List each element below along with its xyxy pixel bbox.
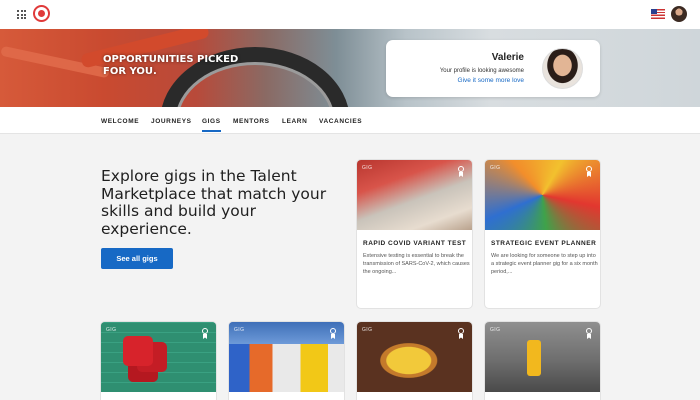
gig-card[interactable]: GIG STRATEGIC EVENT PLANNER We are looki… <box>484 159 601 309</box>
brand-logo[interactable] <box>33 5 50 22</box>
page-title: Explore gigs in the Talent Marketplace t… <box>101 167 327 238</box>
gig-card-image <box>485 160 600 230</box>
bookmark-icon[interactable] <box>201 328 209 339</box>
tab-mentors[interactable]: MENTORS <box>233 118 270 125</box>
gig-card[interactable]: GIG <box>356 321 473 400</box>
apps-grid-icon[interactable] <box>17 10 26 19</box>
bookmark-icon[interactable] <box>457 166 465 177</box>
gig-card-title: STRATEGIC EVENT PLANNER <box>491 240 597 247</box>
hero-headline: OPPORTUNITIES PICKED FOR YOU. <box>103 54 239 77</box>
gig-card-image <box>101 322 216 392</box>
gig-tag: GIG <box>490 327 501 333</box>
gig-tag: GIG <box>362 165 373 171</box>
bookmark-icon[interactable] <box>457 328 465 339</box>
gig-card[interactable]: GIG <box>100 321 217 400</box>
tab-learn[interactable]: LEARN <box>282 118 307 125</box>
gig-tag: GIG <box>106 327 117 333</box>
gig-card-description: We are looking for someone to step up in… <box>491 253 598 275</box>
see-all-gigs-button[interactable]: See all gigs <box>101 248 173 269</box>
gig-card-image <box>229 322 344 392</box>
gig-card-image <box>485 322 600 392</box>
user-avatar[interactable] <box>671 6 687 22</box>
tab-journeys[interactable]: JOURNEYS <box>151 118 192 125</box>
gig-tag: GIG <box>234 327 245 333</box>
profile-improve-link[interactable]: Give it some more love <box>458 77 524 84</box>
tab-vacancies[interactable]: VACANCIES <box>319 118 362 125</box>
tab-gigs[interactable]: GIGS <box>202 118 221 132</box>
gig-card-title: RAPID COVID VARIANT TEST <box>363 240 467 247</box>
profile-name: Valerie <box>491 52 524 63</box>
gig-card-image <box>357 322 472 392</box>
profile-card: Valerie Your profile is looking awesome … <box>386 40 600 97</box>
gig-card[interactable]: GIG RAPID COVID VARIANT TEST Extensive t… <box>356 159 473 309</box>
top-bar <box>0 0 700 29</box>
profile-status-text: Your profile is looking awesome <box>439 68 524 74</box>
gig-card-description: Extensive testing is essential to break … <box>363 253 470 275</box>
section-nav: WELCOME JOURNEYS GIGS MENTORS LEARN VACA… <box>0 107 700 134</box>
gig-card[interactable]: GIG <box>228 321 345 400</box>
bookmark-icon[interactable] <box>585 328 593 339</box>
gig-card-image <box>357 160 472 230</box>
bookmark-icon[interactable] <box>585 166 593 177</box>
bookmark-icon[interactable] <box>329 328 337 339</box>
tab-welcome[interactable]: WELCOME <box>101 118 139 125</box>
gig-tag: GIG <box>362 327 373 333</box>
gig-tag: GIG <box>490 165 501 171</box>
profile-photo <box>542 48 583 89</box>
gig-card[interactable]: GIG <box>484 321 601 400</box>
us-flag-icon[interactable] <box>651 9 665 19</box>
